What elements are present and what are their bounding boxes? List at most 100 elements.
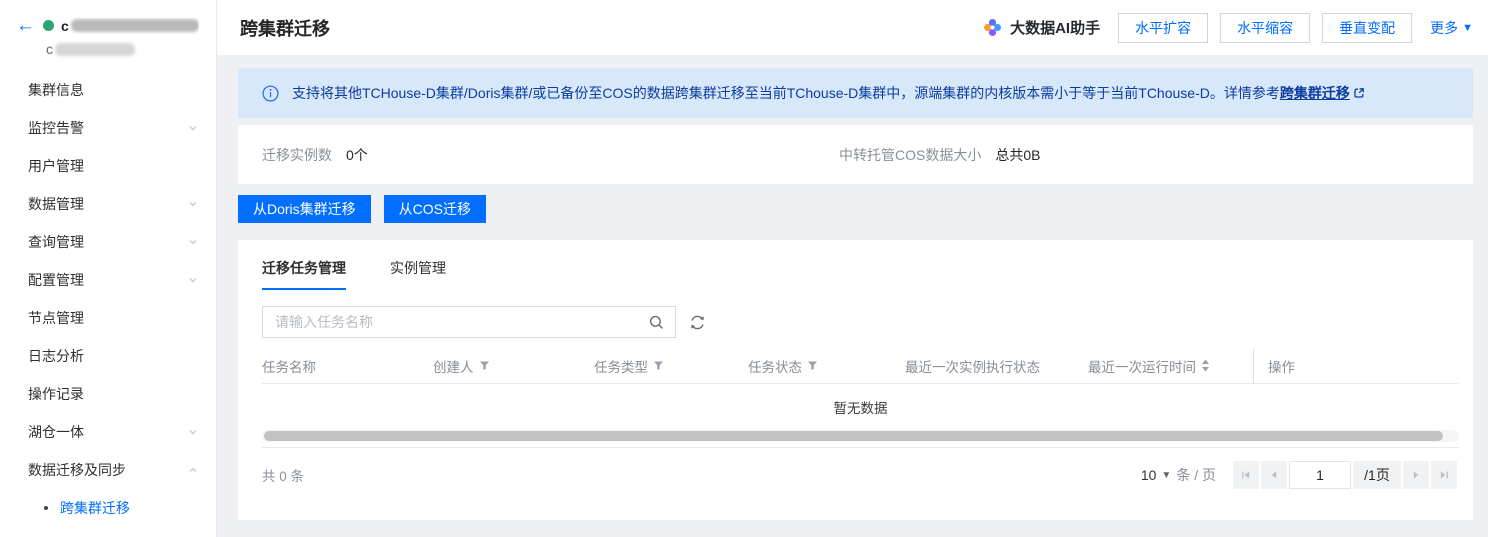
ai-assistant-label: 大数据AI助手 xyxy=(1010,20,1101,37)
pager-group: /1页 xyxy=(1233,461,1457,489)
horizontal-scrollbar xyxy=(262,430,1459,442)
sidebar-item-label: 监控告警 xyxy=(28,120,84,136)
page-header: 跨集群迁移 大数据AI助手 水平扩容 水平缩容 垂直变配 更多 ▼ xyxy=(217,0,1488,55)
filter-icon[interactable] xyxy=(807,360,818,371)
col-task-name: 任务名称 xyxy=(262,359,316,375)
stat-label: 迁移实例数 xyxy=(262,146,332,163)
page-content: 支持将其他TCHouse-D集群/Doris集群/或已备份至COS的数据跨集群迁… xyxy=(217,55,1488,537)
sidebar-item-label: 操作记录 xyxy=(28,386,84,402)
next-page-icon xyxy=(1413,471,1419,479)
tab-migration-task-mgmt[interactable]: 迁移任务管理 xyxy=(262,258,346,290)
last-page-button[interactable] xyxy=(1431,461,1457,489)
sidebar-item-label: 配置管理 xyxy=(28,272,84,288)
sidebar-subitem-label: 跨集群迁移 xyxy=(60,500,130,516)
page-number-input[interactable] xyxy=(1289,461,1351,489)
col-last-run-time: 最近一次运行时间 xyxy=(1088,356,1253,376)
stats-card: 迁移实例数 0个 中转托管COS数据大小 总共0B xyxy=(238,125,1473,184)
migrate-from-doris-button[interactable]: 从Doris集群迁移 xyxy=(238,195,371,223)
cluster-status-icon xyxy=(43,20,54,31)
page-size-unit: 条 / 页 xyxy=(1176,467,1216,483)
stat-migration-instance-count: 迁移实例数 0个 xyxy=(262,145,839,165)
tabs: 迁移任务管理 实例管理 xyxy=(262,258,1459,290)
pagination-controls: 10 ▼ 条 / 页 /1页 xyxy=(1141,461,1457,489)
sidebar-item-lakehouse[interactable]: 湖仓一体 xyxy=(0,413,216,451)
last-page-icon xyxy=(1440,471,1448,479)
pagination: 共 0 条 10 ▼ 条 / 页 /1页 xyxy=(262,461,1459,489)
banner-text: 支持将其他TCHouse-D集群/Doris集群/或已备份至COS的数据跨集群迁… xyxy=(292,84,1365,103)
cluster-id-redacted xyxy=(55,42,135,56)
sidebar-item-label: 日志分析 xyxy=(28,348,84,364)
banner-link[interactable]: 跨集群迁移 xyxy=(1280,85,1350,101)
chevron-down-icon xyxy=(189,240,197,245)
total-count: 共 0 条 xyxy=(262,469,305,484)
chevron-up-icon xyxy=(189,467,197,472)
sidebar-item-cross-cluster-migration[interactable]: 跨集群迁移 xyxy=(0,489,216,527)
empty-state: 暂无数据 xyxy=(833,401,888,416)
banner-message: 支持将其他TCHouse-D集群/Doris集群/或已备份至COS的数据跨集群迁… xyxy=(292,84,1280,101)
sidebar-item-data-mgmt[interactable]: 数据管理 xyxy=(0,185,216,223)
stat-cos-data-size: 中转托管COS数据大小 总共0B xyxy=(839,145,1040,165)
col-last-instance-status: 最近一次实例执行状态 xyxy=(905,359,1040,375)
chevron-down-icon xyxy=(189,278,197,283)
col-task-status: 任务状态 xyxy=(748,356,905,376)
search-button[interactable] xyxy=(648,314,665,331)
sidebar-item-user-mgmt[interactable]: 用户管理 xyxy=(0,147,216,185)
back-button[interactable]: ← xyxy=(16,16,35,35)
col-creator: 创建人 xyxy=(433,356,594,376)
search-input[interactable] xyxy=(275,314,648,330)
sidebar-item-data-migration-sync[interactable]: 数据迁移及同步 xyxy=(0,451,216,489)
prev-page-button[interactable] xyxy=(1261,461,1287,489)
more-dropdown[interactable]: 更多 ▼ xyxy=(1430,18,1473,38)
sidebar-item-node-mgmt[interactable]: 节点管理 xyxy=(0,299,216,337)
sidebar-item-label: 湖仓一体 xyxy=(28,424,84,440)
stat-label: 中转托管COS数据大小 xyxy=(839,146,982,163)
page-size-select[interactable]: 10 ▼ xyxy=(1141,467,1171,483)
prev-page-icon xyxy=(1271,471,1277,479)
chevron-down-icon xyxy=(189,126,197,131)
scrollbar-thumb[interactable] xyxy=(264,431,1444,441)
page-size-value: 10 xyxy=(1140,467,1157,483)
info-banner: 支持将其他TCHouse-D集群/Doris集群/或已备份至COS的数据跨集群迁… xyxy=(238,68,1473,118)
sort-icon[interactable] xyxy=(1201,359,1210,372)
cluster-id-text: c xyxy=(46,41,53,57)
app-root: ← c c 集群信息 监控告警 用户管理 数据管理 查询管理 配置管理 节点管理… xyxy=(0,0,1488,537)
sidebar-item-config-mgmt[interactable]: 配置管理 xyxy=(0,261,216,299)
search-icon xyxy=(649,315,663,329)
horizontal-scale-in-button[interactable]: 水平缩容 xyxy=(1220,12,1311,43)
sidebar-item-label: 数据管理 xyxy=(28,196,84,212)
stat-value: 总共0B xyxy=(995,146,1041,163)
migrate-actions: 从Doris集群迁移 从COS迁移 xyxy=(238,195,1473,223)
filter-icon[interactable] xyxy=(653,360,664,371)
ai-assistant-button[interactable]: 大数据AI助手 xyxy=(982,17,1100,38)
sidebar-item-label: 集群信息 xyxy=(28,82,84,98)
sidebar-item-label: 数据迁移及同步 xyxy=(28,462,126,478)
vertical-reconfigure-button[interactable]: 垂直变配 xyxy=(1322,12,1413,43)
info-icon xyxy=(262,84,279,102)
col-task-type: 任务类型 xyxy=(594,356,748,376)
sidebar-item-label: 查询管理 xyxy=(28,234,84,250)
first-page-button[interactable] xyxy=(1233,461,1259,489)
task-table: 任务名称 创建人 任务类型 任务状态 最近一次实例执行状态 最近一次运行时间 操… xyxy=(262,348,1459,448)
sidebar-item-operation-log[interactable]: 操作记录 xyxy=(0,375,216,413)
next-page-button[interactable] xyxy=(1403,461,1429,489)
migrate-from-cos-button[interactable]: 从COS迁移 xyxy=(383,195,487,223)
sidebar-nav: 集群信息 监控告警 用户管理 数据管理 查询管理 配置管理 节点管理 日志分析 … xyxy=(0,71,216,527)
sidebar-item-query-mgmt[interactable]: 查询管理 xyxy=(0,223,216,261)
external-link-icon[interactable] xyxy=(1353,87,1365,99)
caret-down-icon: ▼ xyxy=(1161,469,1172,481)
tab-instance-mgmt[interactable]: 实例管理 xyxy=(390,258,446,290)
filter-icon[interactable] xyxy=(479,360,490,371)
page-count: /1页 xyxy=(1353,461,1401,489)
refresh-button[interactable] xyxy=(689,314,706,331)
search-box xyxy=(262,306,676,338)
stat-value: 0个 xyxy=(346,146,368,163)
sidebar-item-cluster-info[interactable]: 集群信息 xyxy=(0,71,216,109)
chevron-down-icon xyxy=(189,430,197,435)
horizontal-scale-out-button[interactable]: 水平扩容 xyxy=(1118,12,1209,43)
sidebar-item-log-analysis[interactable]: 日志分析 xyxy=(0,337,216,375)
sidebar-item-monitor-alarm[interactable]: 监控告警 xyxy=(0,109,216,147)
bullet-icon xyxy=(44,506,48,510)
chevron-down-icon xyxy=(189,202,197,207)
ai-assistant-icon xyxy=(984,19,1002,36)
cluster-name: c xyxy=(61,18,199,34)
